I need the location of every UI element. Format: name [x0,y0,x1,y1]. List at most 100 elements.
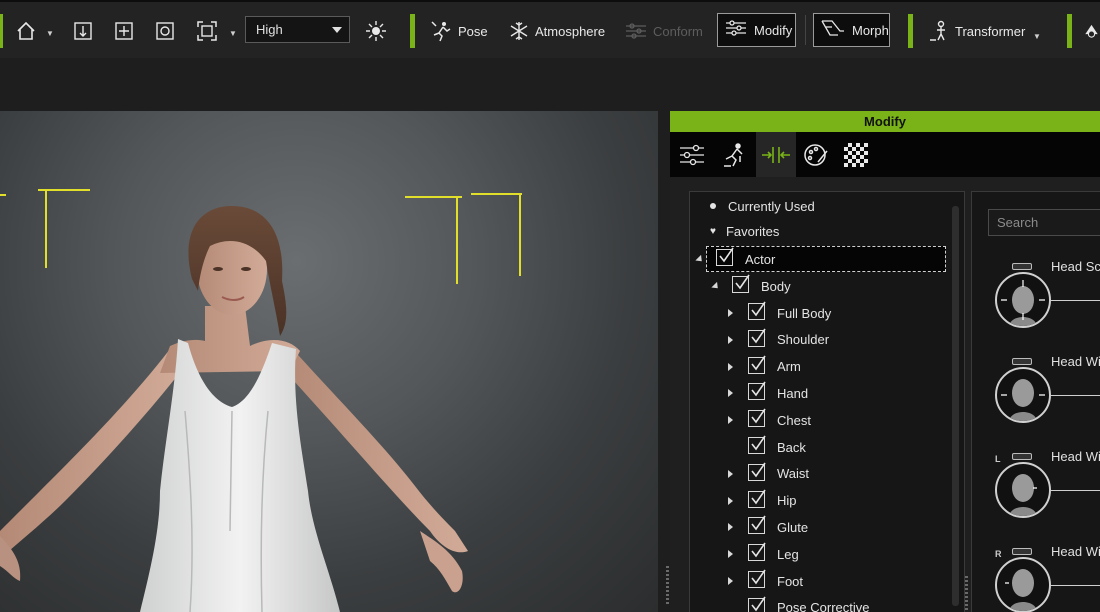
3d-viewport[interactable] [0,111,658,612]
actor-checkbox[interactable] [716,247,734,266]
side-tag: L [995,454,1001,464]
tree-item-label: Shoulder [777,332,830,348]
modify-icon [724,17,748,44]
tree-item-favorites[interactable]: ♥ Favorites [710,219,779,243]
slider-track[interactable] [1051,395,1100,396]
checker-tab-icon[interactable] [836,132,876,177]
tree-item-body-part[interactable]: Foot [690,569,950,593]
chevron-down-icon [332,27,342,33]
panel-tab-bar [670,132,1100,177]
quality-select[interactable]: High [245,16,350,43]
tree-item-body-part[interactable]: Arm [690,355,950,379]
body-checkbox[interactable] [732,274,750,293]
resize-grip[interactable] [666,566,669,606]
tree-item-body[interactable]: Body [690,274,950,298]
expand-arrow-icon[interactable] [728,523,733,532]
pane-divider-grip[interactable] [965,576,968,612]
tree-item-body-part[interactable]: Hand [690,381,950,405]
tree-item-label: Chest [777,412,811,428]
tree-item-label: Back [777,439,806,455]
render-icon[interactable] [1083,18,1100,44]
morph-button[interactable]: Morph [813,13,890,47]
character-model[interactable] [0,111,658,612]
width-indicator-icon [1012,453,1032,460]
rotate-view-icon[interactable] [152,18,178,44]
collapse-arrow-icon[interactable] [695,254,705,265]
slider-track[interactable] [1051,585,1100,586]
tree-item-label: Full Body [777,305,832,321]
transformer-button[interactable]: Transformer [928,18,1028,44]
modify-button[interactable]: Modify [717,13,796,47]
atmosphere-label: Atmosphere [535,23,606,39]
tree-item-body-part[interactable]: Leg [690,542,950,566]
item-checkbox[interactable] [748,515,766,535]
frame-selected-icon[interactable] [194,18,220,44]
item-checkbox[interactable] [748,489,766,508]
transformer-dropdown-icon[interactable]: ▼ [1033,32,1041,41]
expand-arrow-icon[interactable] [728,577,733,585]
morph-item-title: Head Wi [1051,449,1100,464]
expand-arrow-icon[interactable] [728,335,733,344]
fit-vertical-icon[interactable] [70,18,96,44]
morph-item-title: Head Wi [1051,544,1100,559]
expand-arrow-icon[interactable] [728,309,733,317]
light-icon[interactable] [364,18,388,44]
pose-button[interactable]: Pose [430,18,490,44]
motion-tab-icon[interactable] [714,132,754,177]
morph-item[interactable]: L Head Wi [972,442,1100,537]
item-checkbox[interactable] [748,542,766,562]
collapse-arrow-icon[interactable] [711,281,721,292]
move-view-icon[interactable] [111,18,137,44]
morph-icon [820,17,846,44]
item-checkbox[interactable] [748,381,766,401]
item-checkbox[interactable] [748,569,766,588]
item-checkbox[interactable] [748,596,766,612]
tree-item-label: Hand [777,385,809,401]
morph-item[interactable]: Head Wi [972,347,1100,442]
item-checkbox[interactable] [748,408,766,428]
expand-arrow-icon[interactable] [728,416,733,425]
tree-scrollbar[interactable] [952,206,959,606]
tree-item-body-part[interactable]: Shoulder [690,328,950,352]
tree-item-body-part[interactable]: Glute [690,515,950,539]
expand-arrow-icon[interactable] [728,469,733,478]
search-input[interactable]: Search [988,209,1100,236]
expand-arrow-icon[interactable] [728,362,733,371]
toolbar-divider [805,15,806,45]
tree-item-body-part[interactable]: Pose Corrective [690,596,950,612]
atmosphere-icon [508,20,530,42]
tree-item-body-part[interactable]: Chest [690,408,950,432]
item-checkbox[interactable] [748,301,766,320]
tree-item-body-part[interactable]: Back [690,435,950,459]
slider-track[interactable] [1051,300,1100,301]
home-icon[interactable] [12,18,40,44]
head-thumbnail-icon [995,557,1051,612]
tree-item-actor[interactable]: Actor [690,247,950,271]
morph-tab-icon[interactable] [756,132,796,177]
width-indicator-icon [1012,358,1032,365]
morph-item[interactable]: Head Sc [972,252,1100,347]
morph-slider-pane: Search Head Sc Head Wi L Head Wi R Head … [971,191,1100,612]
item-checkbox[interactable] [748,435,766,454]
item-checkbox[interactable] [748,328,766,347]
expand-arrow-icon[interactable] [728,550,733,559]
atmosphere-button[interactable]: Atmosphere [508,18,608,44]
tree-item-label: Body [761,278,791,294]
item-checkbox[interactable] [748,462,766,481]
sliders-tab-icon[interactable] [672,132,712,177]
morph-item-title: Head Sc [1051,259,1100,274]
head-thumbnail-icon [995,367,1051,423]
tree-item-currently-used[interactable]: Currently Used [710,194,815,218]
side-tag: R [995,549,1002,559]
tree-item-body-part[interactable]: Hip [690,489,950,513]
frame-dropdown-icon[interactable]: ▼ [229,29,237,38]
tree-item-body-part[interactable]: Full Body [690,301,950,325]
item-checkbox[interactable] [748,355,766,374]
home-dropdown-icon[interactable]: ▼ [46,29,54,38]
morph-item[interactable]: R Head Wi [972,537,1100,612]
expand-arrow-icon[interactable] [728,389,733,398]
tree-item-body-part[interactable]: Waist [690,462,950,486]
slider-track[interactable] [1051,490,1100,491]
expand-arrow-icon[interactable] [728,496,733,505]
appearance-tab-icon[interactable] [796,132,836,177]
